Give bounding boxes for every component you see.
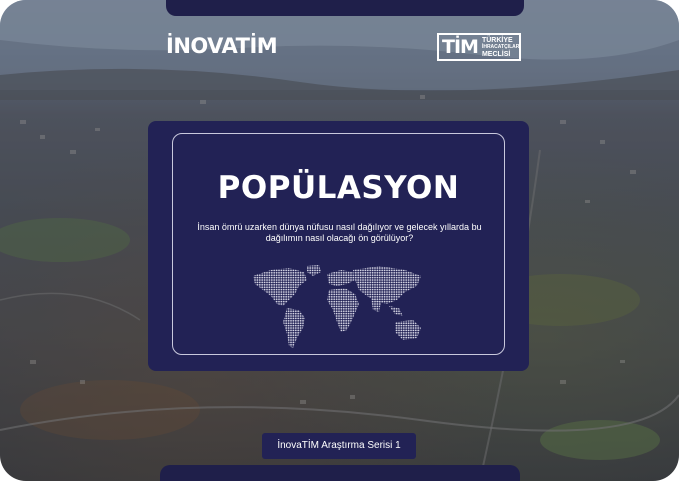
- title-card: POPÜLASYON İnsan ömrü uzarken dünya nüfu…: [148, 121, 529, 371]
- bottom-decorative-bar: [160, 465, 520, 481]
- title-card-border: POPÜLASYON İnsan ömrü uzarken dünya nüfu…: [172, 133, 505, 355]
- series-label: İnovaTİM Araştırma Serisi 1: [262, 433, 416, 459]
- tim-logo: TİM TÜRKİYE İHRACATÇILAR MECLİSİ: [437, 33, 521, 61]
- tim-logo-line1: TÜRKİYE: [481, 36, 513, 44]
- top-decorative-bar: [166, 0, 524, 16]
- page-description: İnsan ömrü uzarken dünya nüfusu nasıl da…: [197, 222, 482, 243]
- cover-background: İNOVATİM TİM TÜRKİYE İHRACATÇILAR MECLİS…: [0, 0, 679, 481]
- world-map-icon: [253, 265, 421, 348]
- tim-logo-mark: TİM: [442, 36, 479, 58]
- inovatim-logo: İNOVATİM: [166, 34, 278, 58]
- tim-logo-line3: MECLİSİ: [481, 50, 511, 58]
- tim-logo-text: TÜRKİYE İHRACATÇILAR MECLİSİ: [482, 37, 519, 58]
- tim-logo-line2: İHRACATÇILAR: [481, 43, 520, 50]
- page-title: POPÜLASYON: [217, 170, 460, 206]
